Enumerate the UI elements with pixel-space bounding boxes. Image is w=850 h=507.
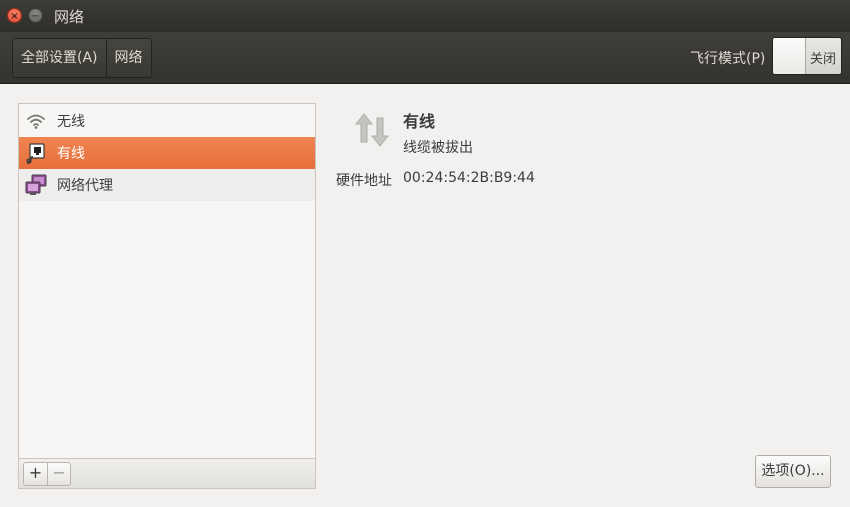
wifi-icon	[25, 110, 47, 132]
connection-status: 线缆被拔出	[403, 140, 473, 156]
airplane-mode-switch[interactable]: 关闭	[772, 37, 842, 75]
network-proxy-icon	[25, 174, 47, 196]
add-connection-button[interactable]: +	[24, 463, 47, 485]
list-item-label: 无线	[57, 114, 85, 130]
switch-state-label: 关闭	[810, 52, 837, 67]
list-footer: + −	[19, 458, 315, 488]
list-item-wired[interactable]: 有线	[19, 137, 315, 169]
toolbar: 全部设置(A) 网络 飞行模式(P) 关闭	[0, 32, 850, 84]
remove-connection-button[interactable]: −	[47, 463, 70, 485]
list-item-label: 有线	[57, 146, 85, 162]
minimize-window-button[interactable]: −	[28, 8, 43, 23]
list-item-wireless[interactable]: 无线	[19, 105, 315, 137]
breadcrumb: 全部设置(A) 网络	[12, 38, 152, 78]
window-title: 网络	[54, 8, 85, 26]
all-settings-button[interactable]: 全部设置(A)	[13, 39, 106, 77]
title-bar: × − 网络	[0, 0, 850, 32]
add-remove-group: + −	[23, 462, 71, 486]
connection-title: 有线	[403, 112, 436, 131]
list-item-network-proxy[interactable]: 网络代理	[19, 169, 315, 201]
breadcrumb-network[interactable]: 网络	[105, 39, 151, 77]
hardware-address-label: 硬件地址	[336, 173, 392, 189]
switch-knob[interactable]	[773, 38, 806, 74]
list-item-label: 网络代理	[57, 178, 113, 194]
device-list: 无线 有线 网络代理 + −	[18, 103, 316, 489]
close-window-button[interactable]: ×	[7, 8, 22, 23]
airplane-mode-label: 飞行模式(P)	[690, 51, 766, 67]
wired-network-icon	[25, 142, 47, 164]
hardware-address-value: 00:24:54:2B:B9:44	[403, 170, 535, 186]
wired-status-icon	[352, 110, 392, 150]
options-button[interactable]: 选项(O)...	[755, 455, 831, 488]
